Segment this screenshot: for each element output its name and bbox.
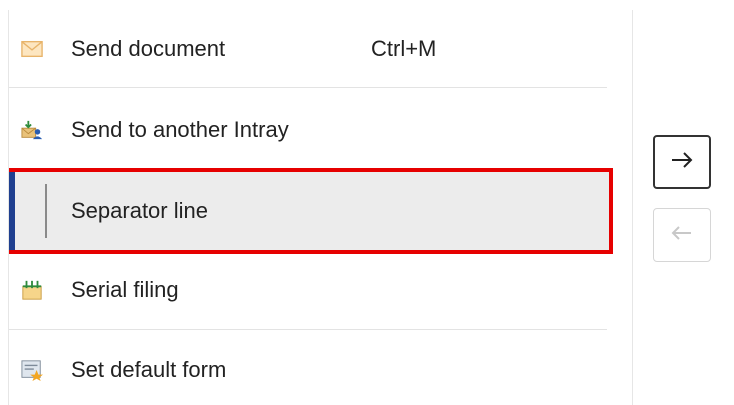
arrow-left-icon bbox=[671, 225, 693, 246]
separator-line-icon bbox=[45, 184, 47, 238]
add-to-selection-button[interactable] bbox=[653, 135, 711, 189]
list-item-label: Send document bbox=[71, 35, 226, 61]
default-form-icon bbox=[21, 359, 43, 381]
list-item-label: Send to another Intray bbox=[71, 116, 289, 142]
list-item-serial-filing[interactable]: Serial filing bbox=[9, 250, 607, 330]
list-item-label: Serial filing bbox=[71, 276, 179, 302]
serial-filing-icon bbox=[21, 279, 43, 301]
envelope-icon bbox=[21, 38, 43, 60]
list-item-send-document[interactable]: Send document Ctrl+M bbox=[9, 10, 607, 88]
dialog-area: Send document Ctrl+M Send to another Int… bbox=[0, 0, 734, 405]
list-item-separator-line[interactable]: Separator line bbox=[9, 168, 613, 254]
remove-from-selection-button[interactable] bbox=[653, 208, 711, 262]
selection-indicator bbox=[9, 172, 15, 250]
list-item-send-to-another-intray[interactable]: Send to another Intray bbox=[9, 90, 607, 170]
arrow-right-icon bbox=[670, 151, 694, 174]
panel-divider bbox=[632, 10, 633, 405]
command-list[interactable]: Send document Ctrl+M Send to another Int… bbox=[8, 10, 613, 405]
send-to-intray-icon bbox=[21, 119, 43, 141]
keyboard-shortcut: Ctrl+M bbox=[371, 35, 437, 61]
list-item-label: Separator line bbox=[71, 198, 208, 223]
list-item-set-default-form[interactable]: Set default form bbox=[9, 330, 607, 405]
list-item-label: Set default form bbox=[71, 357, 227, 382]
